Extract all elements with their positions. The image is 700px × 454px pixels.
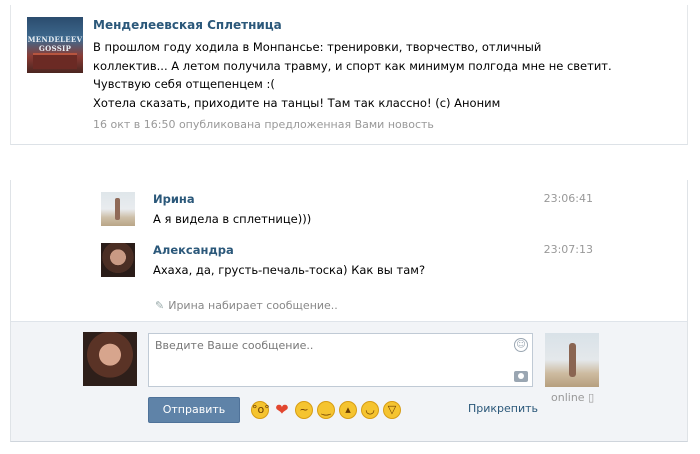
alexandra-avatar[interactable] bbox=[101, 243, 135, 277]
grin-emoji-icon[interactable]: ◡ bbox=[361, 401, 379, 419]
peer-avatar[interactable] bbox=[545, 333, 599, 387]
smile-emoji-icon[interactable]: ‿ bbox=[317, 401, 335, 419]
message-text: Ахаха, да, грусть-печаль-тоска) Как вы т… bbox=[153, 263, 426, 277]
camera-icon[interactable] bbox=[514, 371, 528, 382]
heart-icon[interactable]: ❤ bbox=[273, 401, 291, 419]
chat-panel: Ирина 23:06:41 А я видела в сплетнице)))… bbox=[10, 180, 688, 442]
mobile-icon: ▯ bbox=[588, 391, 595, 404]
post-meta[interactable]: 16 окт в 16:50 опубликована предложенная… bbox=[93, 118, 434, 131]
message-row: Александра 23:07:13 Ахаха, да, грусть-пе… bbox=[11, 243, 687, 287]
post-text: В прошлом году ходила в Монпансье: трени… bbox=[93, 38, 683, 112]
post-text-line: Хотела сказать, приходите на танцы! Там … bbox=[93, 95, 501, 110]
typing-indicator: ✎ Ирина набирает сообщение.. bbox=[155, 299, 338, 312]
emoji-bar: °o° ❤ ~ ‿ ▴ ◡ ▽ bbox=[251, 401, 401, 419]
message-input-placeholder: Введите Ваше сообщение.. bbox=[155, 339, 314, 352]
scream-emoji-icon[interactable]: °o° bbox=[251, 401, 270, 419]
message-author[interactable]: Ирина bbox=[153, 192, 195, 206]
message-time: 23:06:41 bbox=[543, 192, 593, 205]
send-button[interactable]: Отправить bbox=[148, 397, 240, 423]
irina-avatar[interactable] bbox=[101, 192, 135, 226]
post-text-line: Чувствую себя отщепенцем :( bbox=[93, 77, 275, 91]
smile-icon[interactable]: ☺ bbox=[514, 338, 528, 352]
my-avatar[interactable] bbox=[83, 332, 137, 386]
message-input[interactable]: Введите Ваше сообщение.. ☺ bbox=[148, 333, 533, 387]
online-status: online ▯ bbox=[551, 391, 594, 404]
online-label: online bbox=[551, 391, 585, 404]
typing-text: Ирина набирает сообщение.. bbox=[168, 299, 338, 312]
post-author-link[interactable]: Менделеевская Сплетница bbox=[93, 18, 282, 32]
post-text-line: В прошлом году ходила в Монпансье: трени… bbox=[93, 40, 542, 54]
message-row: Ирина 23:06:41 А я видела в сплетнице))) bbox=[11, 192, 687, 236]
community-logo-text: MENDELEEV GOSSIP bbox=[27, 35, 83, 53]
message-author[interactable]: Александра bbox=[153, 243, 234, 257]
building-graphic bbox=[33, 53, 77, 69]
avatar-figure bbox=[569, 343, 576, 377]
news-post: MENDELEEV GOSSIP Менделеевская Сплетница… bbox=[10, 5, 688, 145]
avatar-figure bbox=[115, 198, 120, 220]
compose-area: Введите Ваше сообщение.. ☺ online ▯ Отпр… bbox=[11, 321, 687, 441]
laugh-emoji-icon[interactable]: ▽ bbox=[383, 401, 401, 419]
message-text: А я видела в сплетнице))) bbox=[153, 212, 312, 226]
attach-link[interactable]: Прикрепить bbox=[468, 402, 538, 415]
message-time: 23:07:13 bbox=[543, 243, 593, 256]
community-avatar[interactable]: MENDELEEV GOSSIP bbox=[27, 17, 83, 73]
confused-emoji-icon[interactable]: ~ bbox=[295, 401, 313, 419]
angry-emoji-icon[interactable]: ▴ bbox=[339, 401, 357, 419]
pencil-icon: ✎ bbox=[155, 299, 165, 312]
post-text-line: коллектив... А летом получила травму, и … bbox=[93, 58, 612, 73]
